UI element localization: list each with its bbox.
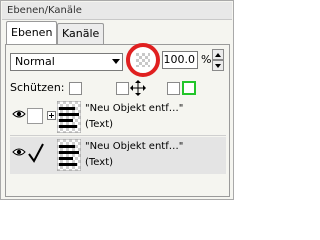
opacity-input[interactable]: 100.0: [162, 51, 198, 69]
tab-layers[interactable]: Ebenen: [6, 21, 58, 44]
chevron-down-icon: [112, 59, 120, 64]
protect-bounds-checkbox[interactable]: [167, 82, 180, 95]
eye-icon[interactable]: [12, 147, 26, 157]
protect-label: Schützen:: [10, 81, 65, 94]
blend-mode-select[interactable]: Normal: [10, 53, 123, 71]
eye-icon[interactable]: [12, 109, 26, 119]
bounds-icon: [182, 81, 196, 95]
expand-icon[interactable]: [47, 111, 56, 120]
layer-list: "Neu Objekt entf…" (Text) "Neu Objekt en…: [10, 99, 226, 197]
layer-thumbnail: [57, 101, 81, 133]
move-icon: [130, 80, 146, 96]
tab-channels[interactable]: Kanäle: [57, 23, 105, 44]
protect-position-checkbox[interactable]: [116, 82, 129, 95]
blend-mode-value: Normal: [15, 55, 55, 68]
layer-type: (Text): [85, 157, 114, 168]
layer-type: (Text): [85, 119, 114, 130]
layer-row[interactable]: "Neu Objekt entf…" (Text): [10, 99, 226, 136]
layers-content: Normal 100.0 % Schützen: "Neu Objekt ent…: [5, 41, 230, 197]
checkmark-icon[interactable]: [28, 142, 44, 164]
layer-name: "Neu Objekt entf…": [85, 141, 184, 152]
layer-row[interactable]: "Neu Objekt entf…" (Text): [10, 137, 226, 174]
opacity-decrease-button[interactable]: [212, 60, 224, 71]
opacity-increase-button[interactable]: [212, 49, 224, 60]
layer-thumbnail: [57, 139, 81, 171]
opacity-preview-icon[interactable]: [124, 41, 162, 79]
layers-channels-panel: Ebenen/Kanäle Ebenen Kanäle Normal 100.0…: [0, 0, 234, 200]
tab-bar: Ebenen Kanäle: [2, 20, 232, 44]
panel-title: Ebenen/Kanäle: [2, 2, 232, 20]
layer-checkbox[interactable]: [27, 108, 43, 124]
opacity-unit: %: [201, 53, 212, 66]
protect-transparency-checkbox[interactable]: [69, 82, 82, 95]
opacity-spinner: [212, 49, 224, 71]
layer-name: "Neu Objekt entf…": [85, 103, 184, 114]
